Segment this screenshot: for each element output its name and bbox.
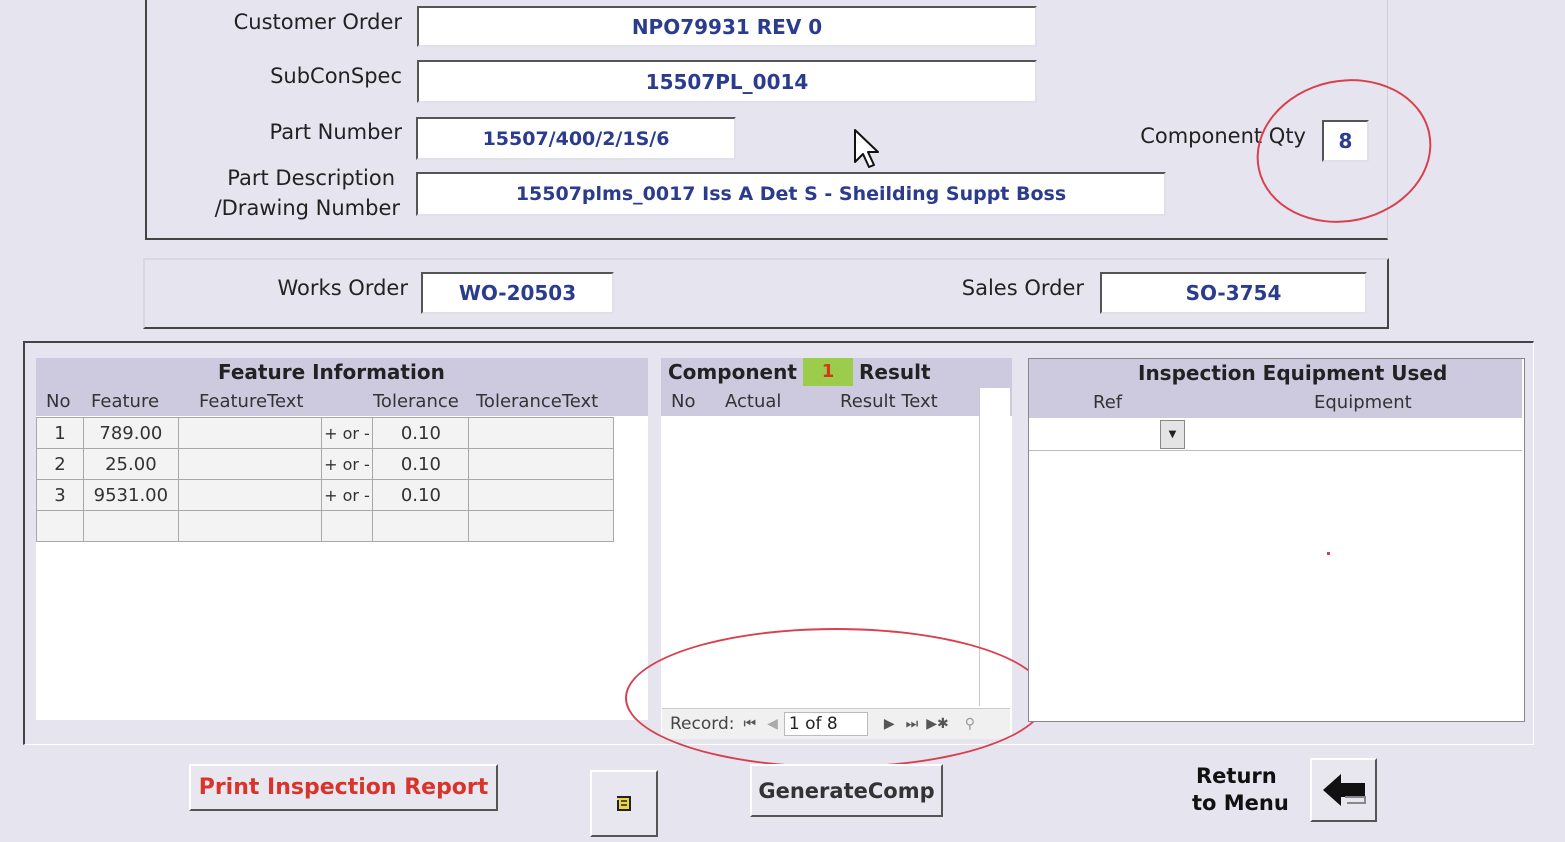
table-row[interactable]: 1 789.00 + or - 0.10 — [36, 417, 614, 449]
cell-plus-minus: + or - — [320, 448, 374, 480]
cell-featuretext[interactable] — [177, 479, 322, 511]
annotation-circle-record — [625, 628, 1047, 768]
part-description-label-line2: /Drawing Number — [214, 196, 400, 220]
component-title: Component — [668, 360, 797, 384]
print-inspection-report-button[interactable]: Print Inspection Report — [189, 764, 498, 811]
result-title: Result — [859, 360, 931, 384]
sales-order-field[interactable]: SO-3754 — [1100, 272, 1367, 314]
cell-new-tolerance[interactable] — [372, 510, 470, 542]
table-row[interactable]: 3 9531.00 + or - 0.10 — [36, 479, 614, 511]
sales-order-label: Sales Order — [961, 276, 1084, 300]
cell-tolerance[interactable]: 0.10 — [372, 448, 470, 480]
cell-tolerance[interactable]: 0.10 — [372, 479, 470, 511]
col-tolerance: Tolerance — [373, 391, 459, 412]
customer-order-label: Customer Order — [233, 10, 402, 34]
col-feature: Feature — [91, 391, 160, 412]
chevron-down-icon: ▼ — [1168, 429, 1177, 440]
cell-no[interactable]: 2 — [36, 448, 84, 480]
works-order-field[interactable]: WO-20503 — [421, 272, 614, 314]
col-actual: Actual — [725, 391, 782, 412]
part-number-field[interactable]: 15507/400/2/1S/6 — [416, 117, 736, 160]
cell-new-plus-minus[interactable] — [320, 510, 374, 542]
cell-tolerancetext[interactable] — [468, 479, 614, 511]
cell-feature[interactable]: 25.00 — [82, 448, 179, 480]
back-arrow-icon — [1322, 774, 1366, 806]
equipment-row[interactable] — [1029, 418, 1522, 451]
cell-featuretext[interactable] — [177, 448, 322, 480]
component-number[interactable]: 1 — [803, 358, 853, 386]
part-number-label: Part Number — [269, 120, 403, 144]
generate-comp-button[interactable]: GenerateComp — [750, 764, 943, 817]
cell-plus-minus: + or - — [320, 417, 374, 449]
ref-dropdown-button[interactable]: ▼ — [1160, 420, 1185, 449]
subconspec-label: SubConSpec — [270, 64, 402, 88]
col-featuretext: FeatureText — [199, 391, 304, 412]
cell-tolerancetext[interactable] — [468, 448, 614, 480]
cell-no[interactable]: 3 — [36, 479, 84, 511]
cell-new-featuretext[interactable] — [177, 510, 322, 542]
cell-feature[interactable]: 9531.00 — [82, 479, 179, 511]
part-description-label-line1: Part Description — [227, 166, 395, 190]
cell-feature[interactable]: 789.00 — [82, 417, 179, 449]
customer-order-field[interactable]: NPO79931 REV 0 — [417, 6, 1037, 47]
cell-plus-minus: + or - — [320, 479, 374, 511]
feature-title: Feature Information — [218, 360, 445, 384]
return-to-menu-label-line2: to Menu — [1192, 791, 1289, 815]
scroll-icon-button[interactable] — [590, 770, 658, 837]
cell-featuretext[interactable] — [177, 417, 322, 449]
cell-tolerancetext[interactable] — [468, 417, 614, 449]
scroll-icon — [617, 795, 631, 811]
feature-table: 1 789.00 + or - 0.10 2 25.00 + or - 0.10… — [36, 417, 614, 542]
cell-new-no[interactable] — [36, 510, 84, 542]
part-description-field[interactable]: 15507plms_0017 Iss A Det S - Sheilding S… — [416, 172, 1166, 216]
col-no: No — [46, 391, 71, 412]
cell-no[interactable]: 1 — [36, 417, 84, 449]
table-row[interactable]: 2 25.00 + or - 0.10 — [36, 448, 614, 480]
red-dot — [1327, 552, 1330, 555]
equipment-title: Inspection Equipment Used — [1138, 361, 1448, 385]
col-result-no: No — [671, 391, 696, 412]
col-result-text: Result Text — [840, 391, 938, 412]
cell-new-tolerancetext[interactable] — [468, 510, 614, 542]
return-to-menu-button[interactable] — [1310, 758, 1377, 822]
subconspec-field[interactable]: 15507PL_0014 — [417, 60, 1037, 103]
col-equipment: Equipment — [1314, 392, 1412, 413]
table-row-new[interactable] — [36, 510, 614, 542]
col-ref: Ref — [1093, 392, 1123, 413]
cell-tolerance[interactable]: 0.10 — [372, 417, 470, 449]
works-order-label: Works Order — [277, 276, 408, 300]
col-tolerancetext: ToleranceText — [476, 391, 599, 412]
return-to-menu-label-line1: Return — [1196, 764, 1277, 788]
mouse-cursor-icon — [854, 129, 879, 168]
cell-new-feature[interactable] — [82, 510, 179, 542]
